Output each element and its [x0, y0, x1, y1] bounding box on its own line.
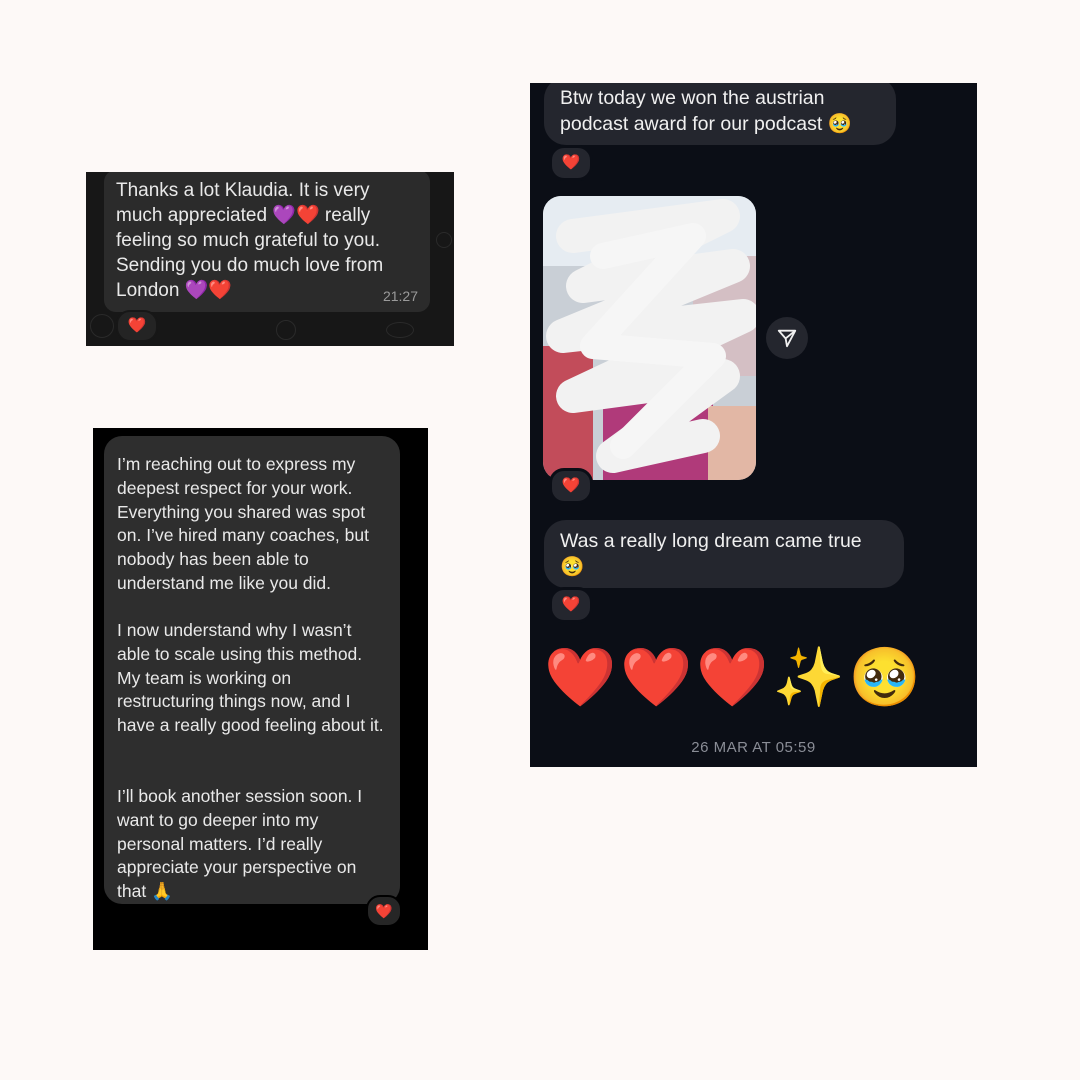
message-text: Thanks a lot Klaudia. It is very much ap… [116, 180, 384, 301]
message-paragraph: I now understand why I wasn’t able to sc… [117, 620, 384, 736]
heart-reaction[interactable]: ❤️ [549, 468, 593, 504]
message-text: Btw today we won the austrian podcast aw… [560, 87, 853, 135]
message-time: 21:27 [382, 288, 418, 304]
message-timestamp: 26 MAR AT 05:59 [691, 739, 816, 756]
heart-reaction[interactable]: ❤️ [366, 895, 402, 927]
message-bubble[interactable]: Was a really long dream came true 🥹 [544, 520, 904, 588]
imessage-screenshot: I’m reaching out to express my deepest r… [93, 428, 428, 950]
emoji-message[interactable]: ❤️❤️❤️✨🥹 [544, 643, 925, 713]
blurred-photo [543, 196, 756, 480]
message-text: Was a really long dream came true 🥹 [560, 530, 862, 578]
message-paragraph: I’ll book another session soon. I want t… [117, 786, 363, 902]
message-bubble[interactable]: Thanks a lot Klaudia. It is very much ap… [104, 172, 430, 312]
instagram-dm-screenshot: Btw today we won the austrian podcast aw… [530, 83, 977, 767]
message-bubble[interactable]: I’m reaching out to express my deepest r… [104, 436, 400, 904]
message-paragraph: I’m reaching out to express my deepest r… [117, 454, 369, 593]
photo-attachment[interactable] [543, 196, 756, 480]
send-icon [777, 329, 797, 348]
heart-reaction[interactable]: ❤️ [549, 587, 593, 623]
message-bubble[interactable]: Btw today we won the austrian podcast aw… [544, 83, 896, 145]
whatsapp-screenshot: Thanks a lot Klaudia. It is very much ap… [86, 172, 454, 346]
heart-reaction[interactable]: ❤️ [116, 310, 158, 342]
share-button[interactable] [766, 317, 808, 359]
heart-reaction[interactable]: ❤️ [549, 145, 593, 181]
